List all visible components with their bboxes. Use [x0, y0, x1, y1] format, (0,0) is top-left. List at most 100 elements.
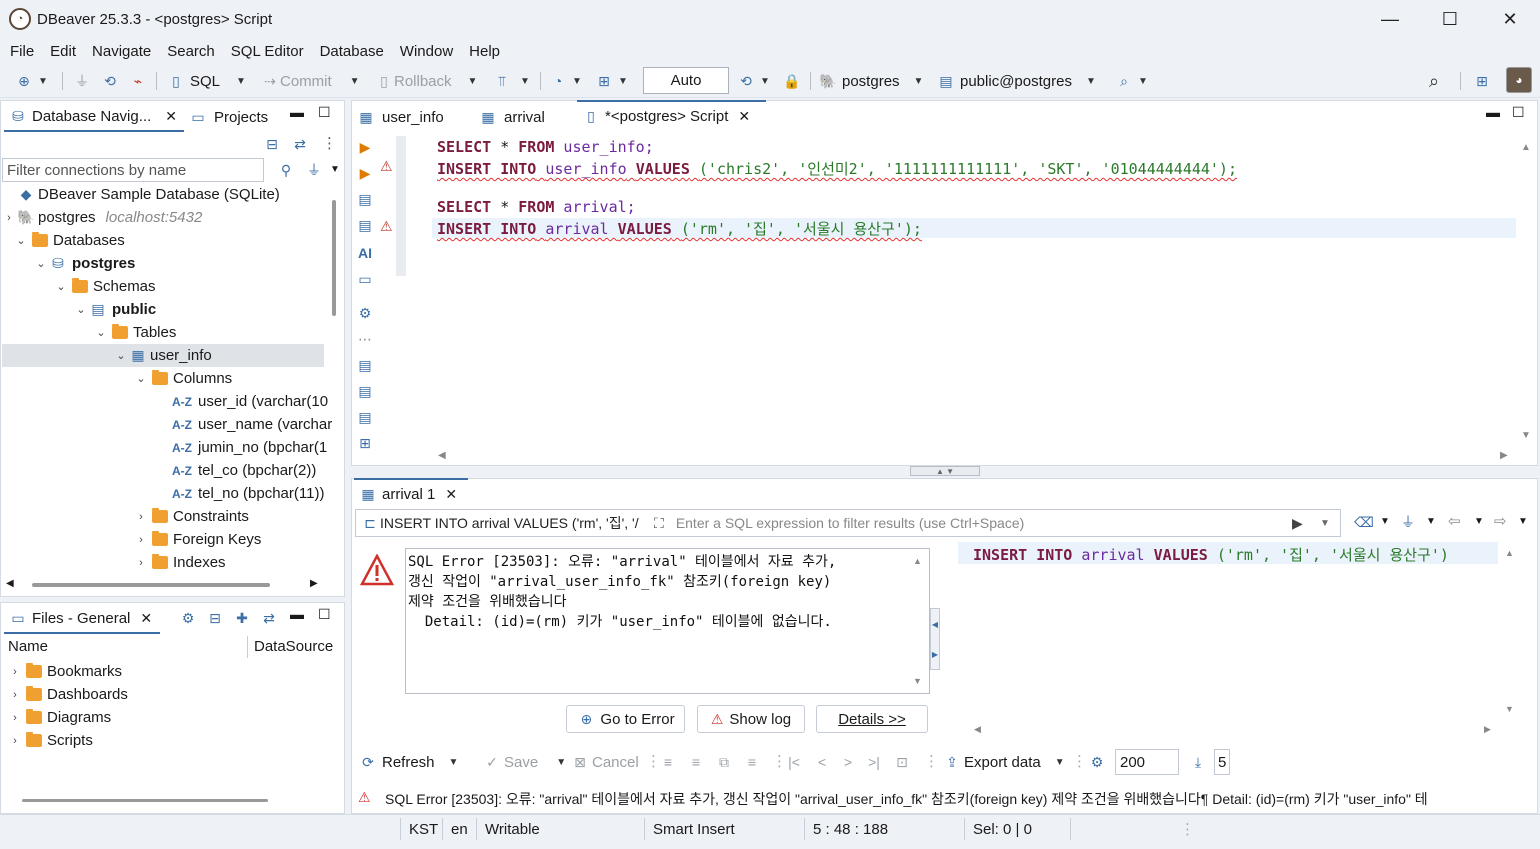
- go-to-error-button[interactable]: ⊕ Go to Error: [566, 705, 685, 733]
- tree-item-columns[interactable]: ⌄ Columns: [134, 367, 232, 390]
- erase-filter-icon[interactable]: ⌫: [1354, 512, 1374, 532]
- maximize-button[interactable]: ☐: [1425, 0, 1475, 38]
- new-connection-button[interactable]: ⊕ ▼: [14, 68, 48, 94]
- expand-icon[interactable]: ⛶: [654, 515, 664, 532]
- list-item-scripts[interactable]: › Scripts: [8, 729, 93, 752]
- menu-database[interactable]: Database: [312, 43, 392, 60]
- ai-assistant-icon[interactable]: AI: [356, 244, 374, 262]
- tree-item-constraints[interactable]: › Constraints: [134, 505, 249, 528]
- forward-dropdown-icon[interactable]: ▼: [1518, 516, 1528, 527]
- disconnect-button[interactable]: ⌁: [128, 68, 148, 94]
- prev-page-icon[interactable]: <: [812, 752, 832, 772]
- active-schema-selector[interactable]: ▤ public@postgres ▼: [936, 68, 1095, 94]
- tree-item-tables[interactable]: ⌄ Tables: [94, 321, 176, 344]
- close-tab-icon[interactable]: ✕: [445, 486, 457, 503]
- forward-icon[interactable]: ⇨: [1494, 512, 1507, 530]
- dashboard-button[interactable]: ◔ ▼: [548, 68, 582, 94]
- tree-item-databases[interactable]: ⌄ Databases: [14, 229, 125, 252]
- collapse-icon[interactable]: ⊟: [205, 608, 225, 628]
- dbeaver-perspective-avatar[interactable]: ◕: [1506, 67, 1532, 93]
- tree-item-postgres-connection[interactable]: › 🐘 postgres localhost:5432: [2, 206, 202, 229]
- explain-plan-icon[interactable]: ▤: [356, 190, 374, 208]
- filter-dropdown-icon[interactable]: ▼: [1426, 516, 1436, 527]
- terminal-icon[interactable]: ▭: [356, 270, 374, 288]
- link-icon[interactable]: ⇄: [259, 608, 279, 628]
- scroll-right-icon[interactable]: ▶: [1484, 724, 1491, 735]
- search-toolbar-button[interactable]: ⌕ ▼: [1114, 68, 1148, 94]
- save-button[interactable]: ✓ Save ▼: [482, 749, 566, 775]
- settings-icon[interactable]: ⚙: [356, 304, 374, 322]
- scroll-right-icon[interactable]: ▶: [310, 578, 318, 589]
- filter-connected-icon[interactable]: ⚲: [276, 160, 296, 180]
- tab-postgres-script[interactable]: ▯ *<postgres> Script ✕: [577, 100, 766, 130]
- maximize-panel-icon[interactable]: ☐: [318, 606, 331, 623]
- scroll-up-icon[interactable]: ▲: [1521, 142, 1531, 153]
- format-icon[interactable]: ▤: [356, 408, 374, 426]
- filter-expression-input[interactable]: ⊏ INSERT INTO arrival VALUES ('rm', '집',…: [355, 509, 1341, 537]
- list-item-bookmarks[interactable]: › Bookmarks: [8, 660, 122, 683]
- tree-item-sample-db[interactable]: ◆ DBeaver Sample Database (SQLite): [2, 183, 280, 206]
- settings-icon[interactable]: ⚙: [1087, 752, 1107, 772]
- details-button[interactable]: Details >>: [816, 705, 928, 733]
- tree-item-column[interactable]: A-Z tel_no (bpchar(11)): [172, 482, 324, 505]
- column-header-datasource[interactable]: DataSource: [254, 638, 333, 655]
- vertical-scrollbar[interactable]: [332, 200, 336, 316]
- menu-help[interactable]: Help: [461, 43, 508, 60]
- refresh-button[interactable]: ⟳ Refresh ▼: [358, 749, 458, 775]
- tab-projects[interactable]: ▭ Projects: [188, 102, 268, 132]
- compare-button[interactable]: ⊞ ▼: [594, 68, 628, 94]
- back-dropdown-icon[interactable]: ▼: [1474, 516, 1484, 527]
- global-search-button[interactable]: ⌕: [1424, 68, 1444, 94]
- lock-button[interactable]: 🔒: [782, 68, 802, 94]
- fetch-next-icon[interactable]: ⤓: [1188, 752, 1208, 772]
- tree-item-indexes[interactable]: › Indexes: [134, 551, 226, 574]
- script-icon[interactable]: ▤: [356, 382, 374, 400]
- history-button[interactable]: ⟲ ▼: [736, 68, 770, 94]
- scroll-up-icon[interactable]: ▲: [1505, 548, 1514, 558]
- export-icon[interactable]: ▤: [356, 356, 374, 374]
- tree-item-column[interactable]: A-Z tel_co (bpchar(2)): [172, 459, 316, 482]
- close-tab-icon[interactable]: ✕: [165, 108, 177, 125]
- add-icon[interactable]: ✚: [232, 608, 252, 628]
- maximize-panel-icon[interactable]: ☐: [318, 104, 331, 121]
- query-preview-text[interactable]: INSERT INTO arrival VALUES ('rm', '집', '…: [973, 544, 1449, 565]
- delete-row-icon[interactable]: ≡: [742, 752, 762, 772]
- menu-file[interactable]: File: [2, 43, 42, 60]
- filter-icon[interactable]: ⏚: [304, 160, 324, 180]
- tab-results-arrival[interactable]: ▦ arrival 1 ✕: [354, 478, 468, 508]
- scroll-down-icon[interactable]: ▼: [1521, 430, 1531, 441]
- transaction-mode-selector[interactable]: Auto: [643, 67, 729, 94]
- minimize-panel-icon[interactable]: ▬: [1486, 104, 1500, 120]
- settings-icon[interactable]: ⚙: [178, 608, 198, 628]
- menu-navigate[interactable]: Navigate: [84, 43, 159, 60]
- connection-filter-input[interactable]: Filter connections by name: [2, 158, 264, 182]
- cancel-button[interactable]: ⊠ Cancel: [570, 749, 639, 775]
- export-data-button[interactable]: ⇪ Export data ▼: [942, 749, 1065, 775]
- tree-item-column[interactable]: A-Z jumin_no (bpchar(1: [172, 436, 327, 459]
- splitter-handle[interactable]: ▲ ▼: [910, 466, 980, 476]
- apply-filter-icon[interactable]: ▶: [1292, 515, 1303, 532]
- panels-icon[interactable]: ⊞: [356, 434, 374, 452]
- code-line-4[interactable]: SELECT * FROM arrival;: [437, 198, 636, 218]
- close-tab-icon[interactable]: ✕: [140, 610, 152, 627]
- list-item-dashboards[interactable]: › Dashboards: [8, 683, 128, 706]
- reconnect-button[interactable]: ⟲: [100, 68, 120, 94]
- tab-database-navigator[interactable]: ⛁ Database Navig... ✕: [4, 102, 184, 132]
- next-page-icon[interactable]: >: [838, 752, 858, 772]
- panel-toggle[interactable]: ◀ ▶: [930, 608, 940, 670]
- menu-window[interactable]: Window: [392, 43, 461, 60]
- scroll-right-icon[interactable]: ▶: [1500, 450, 1508, 461]
- menu-edit[interactable]: Edit: [42, 43, 84, 60]
- code-line-2[interactable]: INSERT INTO user_info VALUES ('chris2', …: [437, 158, 1237, 178]
- execute-script-icon[interactable]: ▶: [356, 164, 374, 182]
- transaction-log-button[interactable]: ⫪ ▼: [492, 68, 530, 94]
- link-editor-icon[interactable]: ⇄: [290, 134, 310, 154]
- scroll-left-icon[interactable]: ◀: [438, 450, 446, 461]
- horizontal-scrollbar[interactable]: [32, 583, 270, 587]
- collapse-all-icon[interactable]: ⊟: [262, 134, 282, 154]
- maximize-panel-icon[interactable]: ☐: [1512, 104, 1525, 121]
- error-message-text[interactable]: SQL Error [23503]: 오류: "arrival" 테이블에서 자…: [405, 548, 930, 694]
- tree-item-public-schema[interactable]: ⌄ ▤ public: [74, 298, 156, 321]
- minimize-panel-icon[interactable]: ▬: [290, 104, 304, 120]
- active-connection-selector[interactable]: 🐘 postgres ▼: [818, 68, 923, 94]
